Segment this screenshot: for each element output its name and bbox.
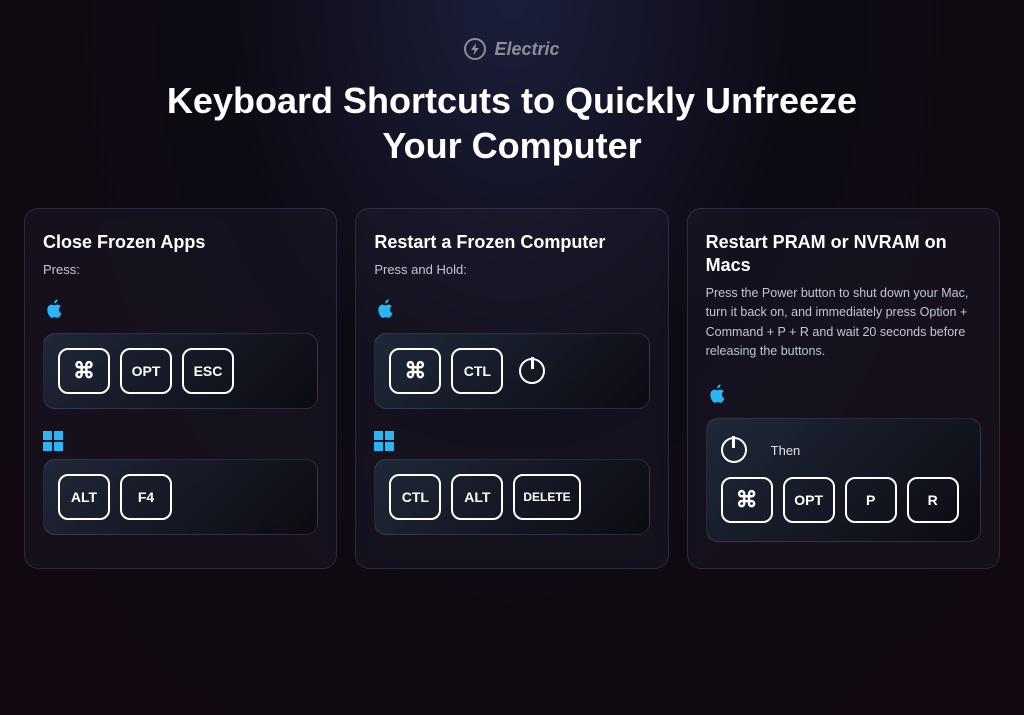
- key-command: ⌘: [721, 477, 773, 523]
- electric-bolt-icon: [464, 38, 486, 60]
- key-alt: ALT: [451, 474, 503, 520]
- key-delete: DELETE: [513, 474, 580, 520]
- windows-icon: [374, 431, 394, 451]
- card-description: Press the Power button to shut down your…: [706, 284, 981, 362]
- card-title: Close Frozen Apps: [43, 231, 318, 254]
- key-f4: F4: [120, 474, 172, 520]
- key-option: OPT: [120, 348, 172, 394]
- key-alt: ALT: [58, 474, 110, 520]
- key-row-mac: ⌘ CTL: [374, 333, 649, 409]
- key-command: ⌘: [58, 348, 110, 394]
- card-restart-computer: Restart a Frozen Computer Press and Hold…: [355, 208, 668, 569]
- card-close-frozen-apps: Close Frozen Apps Press: ⌘ OPT ESC ALT F…: [24, 208, 337, 569]
- card-instruction: Press and Hold:: [374, 260, 649, 280]
- key-p: P: [845, 477, 897, 523]
- key-command: ⌘: [389, 348, 441, 394]
- key-row-windows: CTL ALT DELETE: [374, 459, 649, 535]
- apple-icon: [43, 298, 63, 325]
- power-icon: [721, 437, 747, 463]
- windows-icon: [43, 431, 63, 451]
- then-label: Then: [771, 443, 801, 458]
- key-option: OPT: [783, 477, 835, 523]
- power-icon: [519, 358, 545, 384]
- apple-icon: [706, 383, 726, 410]
- card-instruction: Press:: [43, 260, 318, 280]
- key-row-windows: ALT F4: [43, 459, 318, 535]
- brand-name: Electric: [494, 39, 559, 60]
- card-title: Restart PRAM or NVRAM on Macs: [706, 231, 981, 278]
- apple-icon: [374, 298, 394, 325]
- page-title: Keyboard Shortcuts to Quickly Unfreeze Y…: [162, 78, 862, 168]
- key-row-mac-combo: Then ⌘ OPT P R: [706, 418, 981, 542]
- key-row-mac: ⌘ OPT ESC: [43, 333, 318, 409]
- key-control: CTL: [451, 348, 503, 394]
- card-title: Restart a Frozen Computer: [374, 231, 649, 254]
- key-r: R: [907, 477, 959, 523]
- cards-row: Close Frozen Apps Press: ⌘ OPT ESC ALT F…: [24, 208, 1000, 569]
- key-control: CTL: [389, 474, 441, 520]
- brand-logo: Electric: [464, 38, 559, 60]
- card-restart-pram: Restart PRAM or NVRAM on Macs Press the …: [687, 208, 1000, 569]
- key-escape: ESC: [182, 348, 234, 394]
